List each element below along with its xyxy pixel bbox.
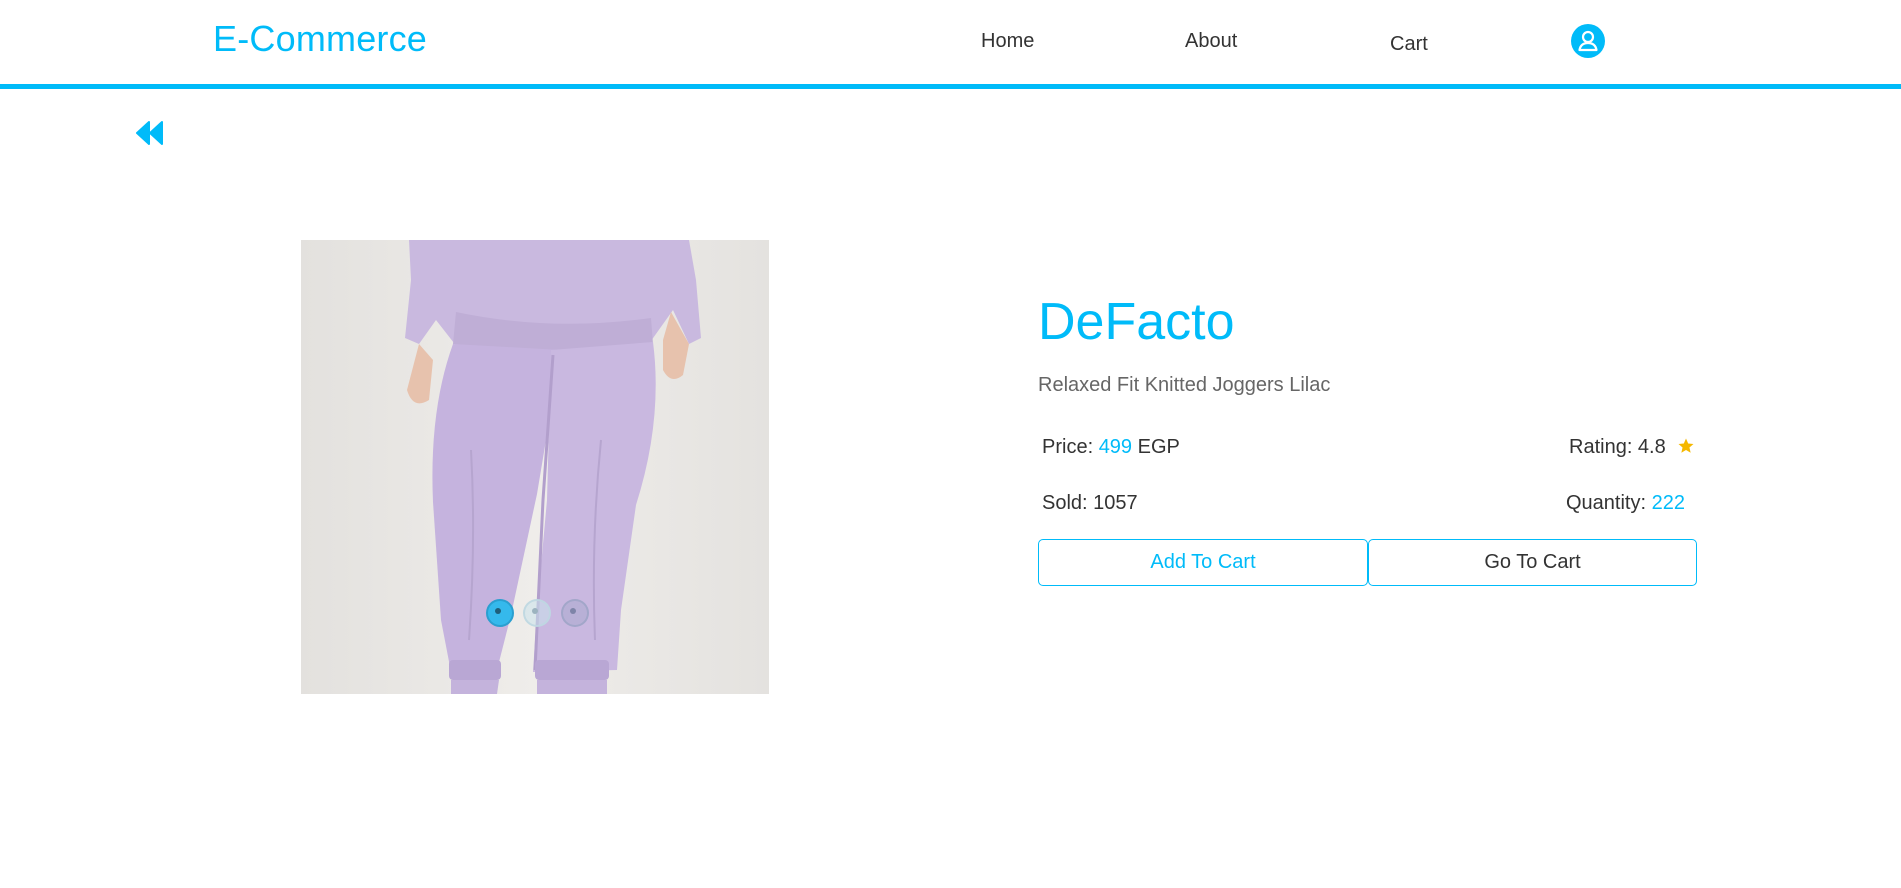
product-image-carousel[interactable] xyxy=(301,240,769,694)
nav-link-about[interactable]: About xyxy=(1185,30,1237,53)
carousel-dot-3[interactable] xyxy=(561,599,589,627)
dot-center xyxy=(495,608,501,614)
carousel-dot-2[interactable] xyxy=(523,599,551,627)
carousel-dot-1[interactable] xyxy=(486,599,514,627)
add-to-cart-button[interactable]: Add To Cart xyxy=(1038,539,1368,586)
rating-label: Rating: 4.8 xyxy=(1569,436,1666,458)
rating-info: Rating: 4.8 xyxy=(1569,436,1695,459)
back-button[interactable] xyxy=(135,120,165,146)
navbar-divider xyxy=(0,84,1901,89)
quantity-info: Quantity: 222 xyxy=(1566,492,1685,515)
star-icon xyxy=(1678,438,1694,453)
navbar: E-Commerce Home About Cart xyxy=(0,0,1901,85)
price-value: 499 xyxy=(1098,436,1133,458)
go-to-cart-button[interactable]: Go To Cart xyxy=(1368,539,1697,586)
quantity-label: Quantity: xyxy=(1566,492,1647,514)
sold-info: Sold: 1057 xyxy=(1042,492,1138,514)
carousel-indicators xyxy=(483,599,591,627)
product-brand: DeFacto xyxy=(1038,293,1235,351)
quantity-value: 222 xyxy=(1651,492,1685,514)
price-info: Price: 499 EGP xyxy=(1042,436,1180,459)
double-chevron-left-icon xyxy=(136,121,163,145)
price-currency: EGP xyxy=(1137,436,1180,458)
price-label: Price: xyxy=(1042,436,1094,458)
nav-link-home[interactable]: Home xyxy=(981,30,1034,53)
product-title: Relaxed Fit Knitted Joggers Lilac xyxy=(1038,374,1331,396)
brand-logo[interactable]: E-Commerce xyxy=(213,18,427,60)
dot-center xyxy=(570,608,576,614)
nav-link-cart[interactable]: Cart xyxy=(1390,33,1428,56)
user-circle-icon[interactable] xyxy=(1571,24,1605,58)
dot-center xyxy=(532,608,538,614)
